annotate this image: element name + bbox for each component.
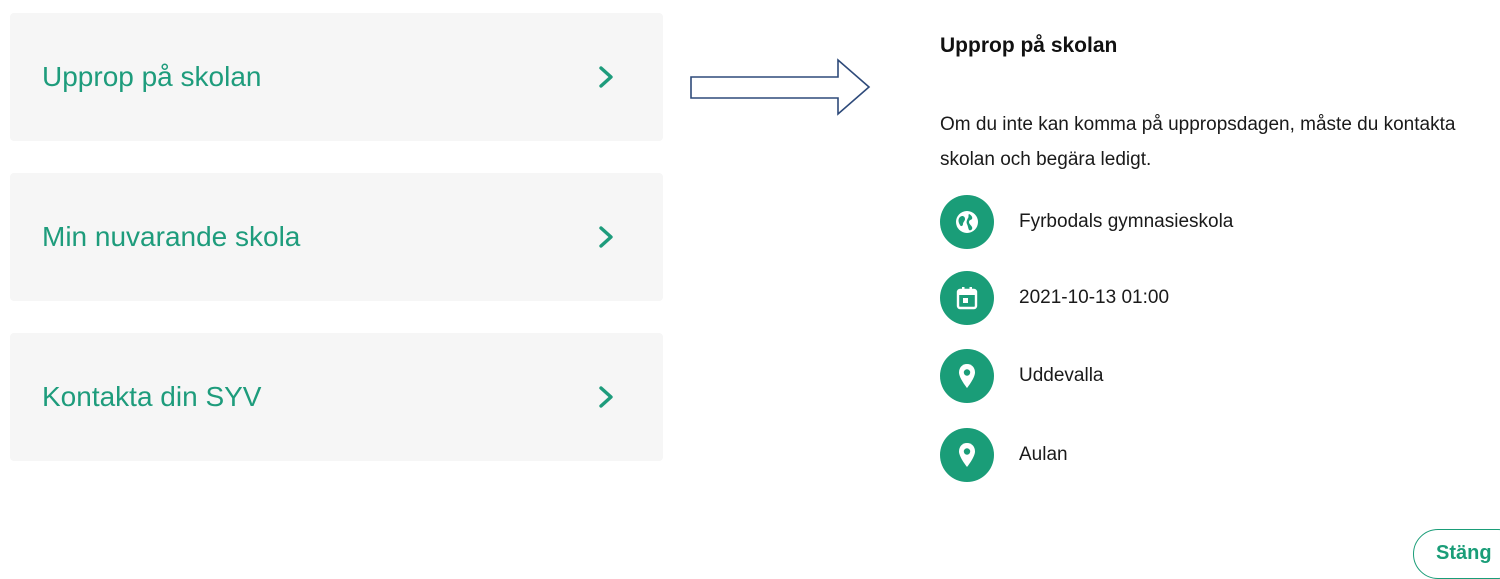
chevron-right-icon — [599, 386, 613, 408]
menu-item-min-skola[interactable]: Min nuvarande skola — [10, 173, 663, 301]
panel-title: Upprop på skolan — [940, 34, 1118, 57]
info-row-city: Uddevalla — [940, 349, 1480, 403]
location-pin-icon — [940, 428, 994, 482]
location-pin-icon — [940, 349, 994, 403]
chevron-right-icon — [599, 66, 613, 88]
globe-icon — [940, 195, 994, 249]
close-button[interactable]: Stäng — [1413, 529, 1500, 579]
menu-item-label: Kontakta din SYV — [42, 381, 262, 412]
panel-description: Om du inte kan komma på uppropsdagen, må… — [940, 114, 1456, 170]
menu-item-label: Upprop på skolan — [42, 61, 262, 92]
menu-item-upprop[interactable]: Upprop på skolan — [10, 13, 663, 141]
room-text: Aulan — [1019, 444, 1068, 465]
city-text: Uddevalla — [1019, 365, 1104, 386]
info-row-room: Aulan — [940, 428, 1480, 482]
date-text: 2021-10-13 01:00 — [1019, 287, 1170, 308]
info-row-school: Fyrbodals gymnasieskola — [940, 195, 1480, 249]
menu-list: Upprop på skolan Min nuvarande skola Kon… — [10, 13, 663, 493]
school-text: Fyrbodals gymnasieskola — [1019, 211, 1234, 232]
details-panel: Upprop på skolan Om du inte kan komma på… — [940, 0, 1500, 579]
calendar-icon — [940, 271, 994, 325]
menu-item-kontakta-syv[interactable]: Kontakta din SYV — [10, 333, 663, 461]
right-arrow-icon — [690, 58, 871, 116]
menu-item-label: Min nuvarande skola — [42, 221, 301, 252]
chevron-right-icon — [599, 226, 613, 248]
info-row-date: 2021-10-13 01:00 — [940, 271, 1480, 325]
